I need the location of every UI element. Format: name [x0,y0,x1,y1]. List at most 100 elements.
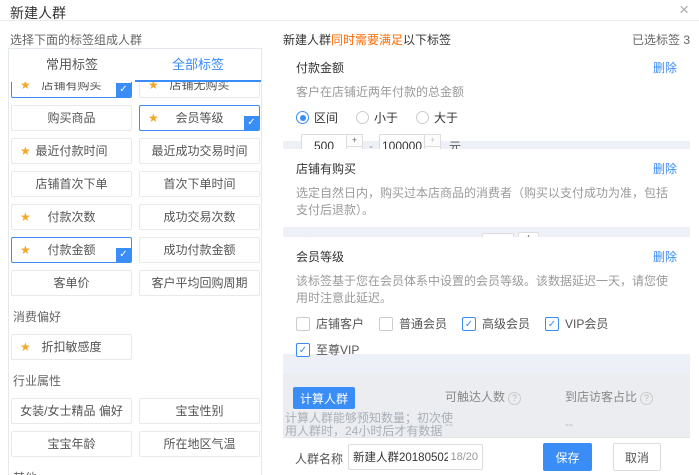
tag-label: 付款次数 [47,210,95,224]
delete-link[interactable]: 删除 [653,59,677,76]
tag-button[interactable]: ★ 最近付款时间 [11,138,132,164]
radio-label: 小于 [374,109,398,126]
cancel-button[interactable]: 取消 [613,443,661,471]
star-icon: ★ [20,335,31,359]
tag-tabs: 常用标签 全部标签 [9,49,261,82]
radio-icon [356,111,369,124]
checkbox-label: 至尊VIP [316,341,359,358]
checkbox-label: 店铺客户 [316,315,364,332]
shop-purchase-card: 店铺有购买 删除 选定自然日内，购买过本店商品的消费者（购买以支付成功为准，包括… [283,149,690,227]
tab-all-tags[interactable]: 全部标签 [135,49,261,82]
checkbox-senior-member[interactable]: ✓ 高级会员 [462,315,545,332]
tag-label: 宝宝性别 [175,404,223,418]
tag-label: 付款金额 [47,243,95,257]
tag-label: 客单价 [53,276,89,290]
checkbox-checked-icon: ✓ [116,248,131,262]
card-title: 店铺有购买 [296,160,677,177]
tab-common-tags[interactable]: 常用标签 [9,49,135,82]
star-icon: ★ [148,106,159,130]
tag-list: ★店铺有购买✓ ★店铺无购买 购买商品 ★会员等级✓ ★最近付款时间 最近成功交… [9,72,261,475]
conditions-panel: 付款金额 删除 客户在店铺近两年付款的总金额 区间 小于 大于 500 +− -… [283,48,690,475]
right-heading-highlight: 同时需要满足 [331,33,403,47]
tag-label: 最近成功交易时间 [151,144,247,158]
checkbox-normal-member[interactable]: ✓普通会员 [379,315,462,332]
checkbox-label: 高级会员 [482,315,530,332]
tag-picker-panel: 常用标签 全部标签 ★店铺有购买✓ ★店铺无购买 购买商品 ★会员等级✓ ★最近… [8,48,262,475]
payment-amount-card: 付款金额 删除 客户在店铺近两年付款的总金额 区间 小于 大于 500 +− -… [283,48,690,141]
tag-button[interactable]: 女装/女士精品 偏好 [11,398,132,424]
checkbox-checked-icon: ✓ [244,116,259,130]
help-icon[interactable]: ? [640,392,653,405]
delete-link[interactable]: 删除 [653,160,677,177]
tag-button[interactable]: ★ 付款金额 ✓ [11,237,132,263]
save-button[interactable]: 保存 [543,443,592,471]
save-footer: 人群名称 新建人群20180502084753 18/20 保存 取消 [283,437,690,475]
stat-value: -- [445,417,521,431]
radio-less-than[interactable]: 小于 [356,109,398,126]
right-heading-suffix: 以下标签 [403,33,451,47]
tag-button[interactable]: 宝宝性别 [139,398,260,424]
card-title: 付款金额 [296,59,677,76]
tag-button[interactable]: 成功交易次数 [139,204,260,230]
selected-tag-count: 已选标签 3 [632,31,690,48]
tag-label: 宝宝年龄 [47,437,95,451]
tag-label: 成功交易次数 [163,210,235,224]
radio-icon [416,111,429,124]
radio-between[interactable]: 区间 [296,109,338,126]
tag-button[interactable]: ★ 会员等级 ✓ [139,105,260,131]
stat-value: -- [565,417,653,431]
right-heading-prefix: 新建人群 [283,33,331,47]
radio-selected-icon [296,111,309,124]
section-consumption-preference: 消费偏好 [13,308,259,325]
tag-button[interactable]: 最近成功交易时间 [139,138,260,164]
radio-label: 大于 [434,109,458,126]
compute-footer: 计算人群 计算人群能够预知数量；初次使用人群时，24小时后才有数据 可触达人数?… [283,374,690,437]
checkbox-checked-icon: ✓ [296,343,310,357]
tag-label: 购买商品 [47,111,95,125]
tag-button[interactable]: 所在地区气温 [139,431,260,457]
section-other: 其他 [13,469,259,475]
tag-button[interactable]: ★ 折扣敏感度 [11,334,132,360]
radio-greater-than[interactable]: 大于 [416,109,458,126]
store-visit-ratio-stat: 到店访客占比? -- [565,388,653,431]
stat-label: 可触达人数 [445,390,505,404]
left-heading: 选择下面的标签组成人群 [10,31,142,48]
tag-button[interactable]: 成功付款金额 [139,237,260,263]
calculate-audience-button[interactable]: 计算人群 [293,387,355,409]
range-type-radios: 区间 小于 大于 [296,109,677,126]
tag-label: 所在地区气温 [163,437,235,451]
char-counter: 18/20 [450,451,478,463]
checkbox-icon: ✓ [296,317,310,331]
delete-link[interactable]: 删除 [653,248,677,265]
card-title: 会员等级 [296,248,677,265]
help-icon[interactable]: ? [508,392,521,405]
stat-label: 到店访客占比 [565,390,637,404]
reachable-count-stat: 可触达人数? -- [445,388,521,431]
new-audience-modal: 新建人群 × 选择下面的标签组成人群 新建人群同时需要满足以下标签 已选标签 3… [0,0,699,475]
checkbox-supreme-vip[interactable]: ✓ 至尊VIP [296,341,379,358]
tag-label: 折扣敏感度 [41,340,101,354]
tag-button[interactable]: 客单价 [11,270,132,296]
tag-label: 最近付款时间 [35,144,107,158]
member-level-card: 会员等级 删除 该标签基于您在会员体系中设置的会员等级。该数据延迟一天，请您使用… [283,237,690,354]
checkbox-shop-customer[interactable]: ✓ 店铺客户 [296,315,379,332]
star-icon: ★ [20,205,31,229]
tag-button[interactable]: ★ 付款次数 [11,204,132,230]
star-icon: ★ [20,139,31,163]
close-icon[interactable]: × [679,1,689,19]
checkbox-label: VIP会员 [565,315,608,332]
tag-button[interactable]: 店铺首次下单 [11,171,132,197]
tag-label: 会员等级 [175,111,223,125]
checkbox-icon: ✓ [379,317,393,331]
tag-button[interactable]: 购买商品 [11,105,132,131]
tag-label: 店铺首次下单 [35,177,107,191]
audience-name-input[interactable]: 新建人群20180502084753 18/20 [348,444,483,470]
checkbox-vip-member[interactable]: ✓VIP会员 [545,315,628,332]
tag-button[interactable]: 客户平均回购周期 [139,270,260,296]
tag-button[interactable]: 首次下单时间 [139,171,260,197]
checkbox-checked-icon: ✓ [462,317,476,331]
tag-label: 女装/女士精品 偏好 [20,404,123,418]
star-icon: ★ [20,238,31,262]
tag-button[interactable]: 宝宝年龄 [11,431,132,457]
audience-name-value: 新建人群20180502084753 [353,449,448,465]
